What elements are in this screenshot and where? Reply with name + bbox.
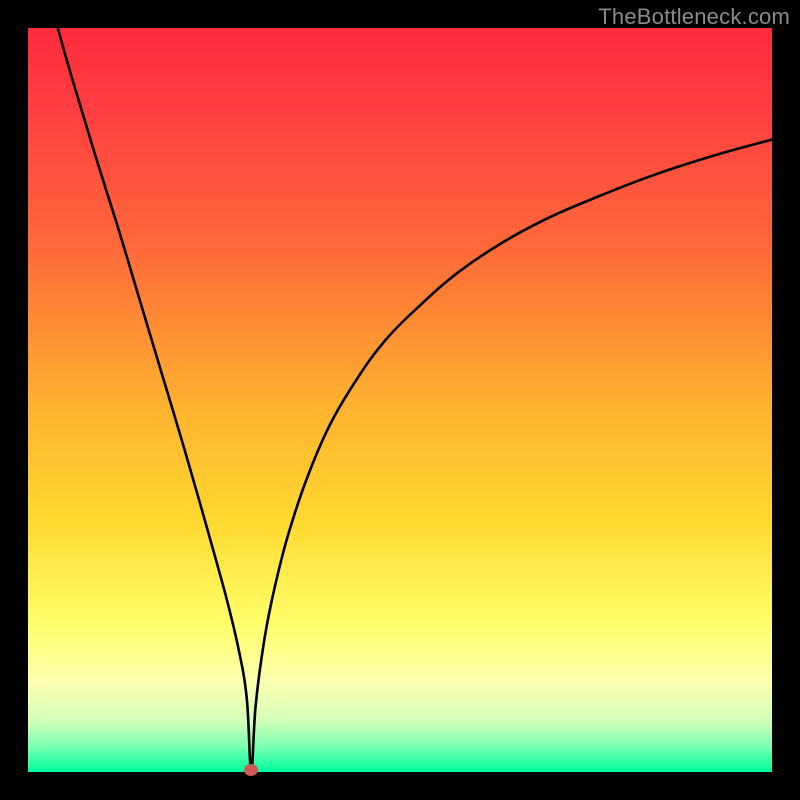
bottleneck-curve [28,28,772,772]
attribution-text: TheBottleneck.com [598,4,790,30]
minimum-marker [244,764,258,776]
chart-frame [28,28,772,772]
curve-path [58,28,772,772]
